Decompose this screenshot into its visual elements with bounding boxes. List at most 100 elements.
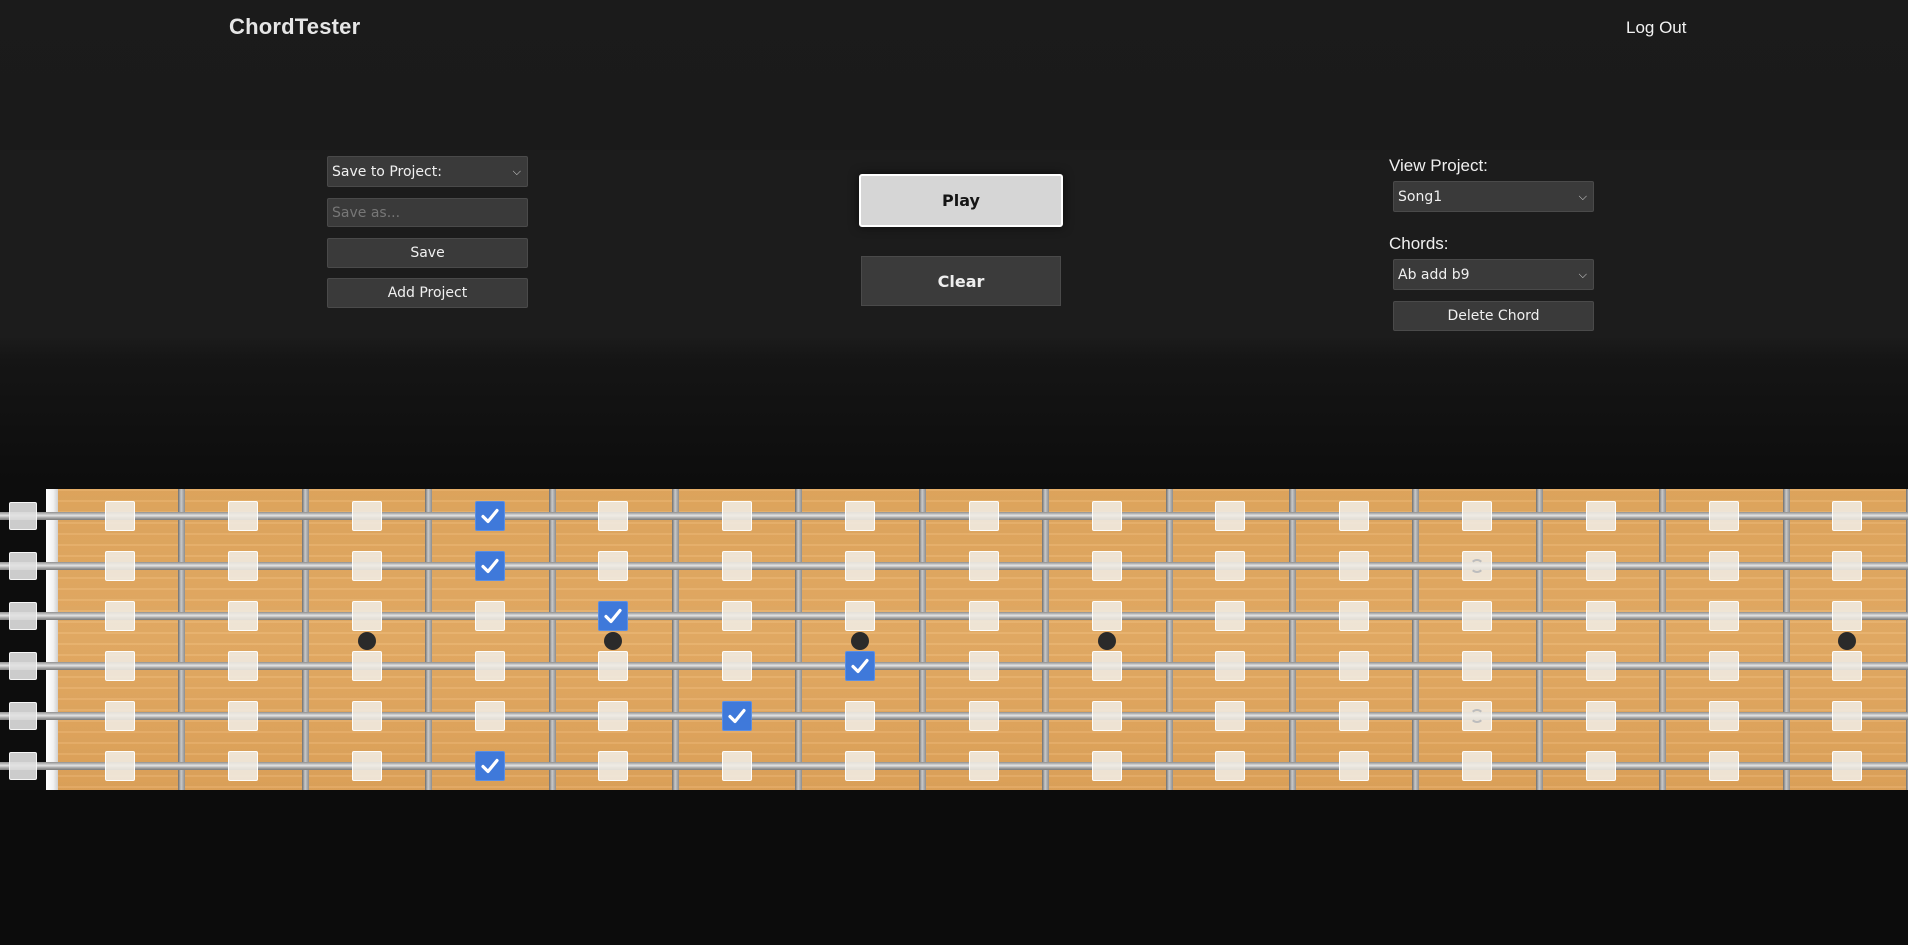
open-string-toggle[interactable] (9, 502, 37, 530)
note-checkbox[interactable] (1091, 701, 1122, 731)
note-checkbox[interactable] (1091, 651, 1122, 681)
note-checkbox[interactable] (1585, 651, 1616, 681)
note-checkbox[interactable] (1091, 501, 1122, 531)
note-checkbox-indeterminate[interactable] (1462, 551, 1493, 581)
note-checkbox[interactable] (968, 751, 999, 781)
play-button[interactable]: Play (859, 174, 1063, 227)
note-checkbox[interactable] (1215, 651, 1246, 681)
note-checkbox[interactable] (1215, 701, 1246, 731)
note-checkbox[interactable] (1215, 551, 1246, 581)
note-checkbox[interactable] (1462, 751, 1493, 781)
note-checkbox[interactable] (104, 601, 135, 631)
note-checkbox[interactable] (598, 651, 629, 681)
open-string-toggle[interactable] (9, 652, 37, 680)
note-checkbox[interactable] (228, 751, 259, 781)
note-checkbox[interactable] (1585, 751, 1616, 781)
note-checkbox[interactable] (1585, 551, 1616, 581)
open-string-toggle[interactable] (9, 602, 37, 630)
note-checkbox[interactable] (228, 701, 259, 731)
note-checkbox[interactable] (598, 751, 629, 781)
note-checkbox[interactable] (351, 701, 382, 731)
note-checkbox[interactable] (1091, 751, 1122, 781)
note-checkbox[interactable] (721, 551, 752, 581)
note-checkbox[interactable] (1585, 701, 1616, 731)
open-string-toggle[interactable] (9, 552, 37, 580)
note-checkbox[interactable] (1708, 601, 1739, 631)
note-checkbox-checked[interactable] (474, 751, 505, 781)
note-checkbox[interactable] (1338, 651, 1369, 681)
note-checkbox[interactable] (228, 651, 259, 681)
note-checkbox[interactable] (474, 701, 505, 731)
note-checkbox[interactable] (104, 751, 135, 781)
note-checkbox[interactable] (1585, 601, 1616, 631)
note-checkbox[interactable] (598, 501, 629, 531)
note-checkbox[interactable] (104, 651, 135, 681)
save-as-input[interactable]: Save as... (327, 198, 528, 227)
note-checkbox[interactable] (351, 551, 382, 581)
clear-button[interactable]: Clear (861, 256, 1061, 306)
note-checkbox[interactable] (968, 501, 999, 531)
note-checkbox[interactable] (1215, 751, 1246, 781)
note-checkbox[interactable] (968, 651, 999, 681)
note-checkbox[interactable] (1215, 601, 1246, 631)
note-checkbox[interactable] (1708, 751, 1739, 781)
note-checkbox[interactable] (1338, 501, 1369, 531)
note-checkbox[interactable] (845, 501, 876, 531)
note-checkbox-checked[interactable] (598, 601, 629, 631)
note-checkbox-indeterminate[interactable] (1462, 701, 1493, 731)
note-checkbox[interactable] (351, 651, 382, 681)
view-project-select[interactable]: Song1 ⌵ (1393, 181, 1594, 212)
note-checkbox[interactable] (351, 751, 382, 781)
note-checkbox[interactable] (351, 501, 382, 531)
note-checkbox[interactable] (1708, 701, 1739, 731)
note-checkbox[interactable] (474, 651, 505, 681)
note-checkbox[interactable] (845, 751, 876, 781)
note-checkbox[interactable] (1832, 601, 1863, 631)
note-checkbox[interactable] (598, 551, 629, 581)
note-checkbox-checked[interactable] (845, 651, 876, 681)
save-to-project-select[interactable]: Save to Project: ⌵ (327, 156, 528, 187)
note-checkbox[interactable] (1215, 501, 1246, 531)
note-checkbox-checked[interactable] (721, 701, 752, 731)
logout-link[interactable]: Log Out (1626, 18, 1687, 38)
chords-select[interactable]: Ab add b9 ⌵ (1393, 259, 1594, 290)
note-checkbox[interactable] (1708, 551, 1739, 581)
note-checkbox[interactable] (1338, 701, 1369, 731)
note-checkbox[interactable] (104, 701, 135, 731)
note-checkbox[interactable] (845, 701, 876, 731)
add-project-button[interactable]: Add Project (327, 278, 528, 308)
note-checkbox[interactable] (1091, 551, 1122, 581)
note-checkbox[interactable] (968, 601, 999, 631)
note-checkbox[interactable] (104, 501, 135, 531)
open-string-toggle[interactable] (9, 752, 37, 780)
delete-chord-button[interactable]: Delete Chord (1393, 301, 1594, 331)
open-string-toggle[interactable] (9, 702, 37, 730)
note-checkbox[interactable] (228, 501, 259, 531)
note-checkbox[interactable] (1832, 701, 1863, 731)
note-checkbox-checked[interactable] (474, 501, 505, 531)
note-checkbox[interactable] (968, 551, 999, 581)
note-checkbox[interactable] (228, 551, 259, 581)
note-checkbox[interactable] (104, 551, 135, 581)
app-brand[interactable]: ChordTester (229, 14, 360, 40)
note-checkbox[interactable] (351, 601, 382, 631)
note-checkbox[interactable] (1462, 651, 1493, 681)
note-checkbox[interactable] (845, 601, 876, 631)
note-checkbox[interactable] (598, 701, 629, 731)
note-checkbox[interactable] (1091, 601, 1122, 631)
note-checkbox[interactable] (1338, 601, 1369, 631)
note-checkbox[interactable] (845, 551, 876, 581)
note-checkbox[interactable] (1832, 651, 1863, 681)
note-checkbox[interactable] (1338, 751, 1369, 781)
note-checkbox[interactable] (721, 501, 752, 531)
note-checkbox[interactable] (1708, 651, 1739, 681)
note-checkbox[interactable] (1832, 751, 1863, 781)
note-checkbox[interactable] (1462, 601, 1493, 631)
note-checkbox[interactable] (1338, 551, 1369, 581)
note-checkbox[interactable] (1585, 501, 1616, 531)
save-button[interactable]: Save (327, 238, 528, 268)
note-checkbox[interactable] (1708, 501, 1739, 531)
note-checkbox[interactable] (474, 601, 505, 631)
note-checkbox-checked[interactable] (474, 551, 505, 581)
note-checkbox[interactable] (1832, 501, 1863, 531)
